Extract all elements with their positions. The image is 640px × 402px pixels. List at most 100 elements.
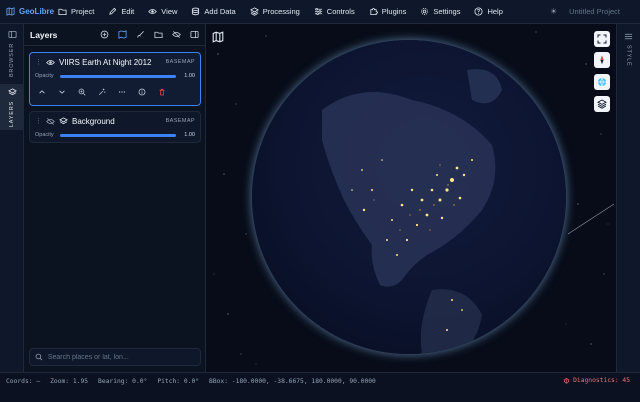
opacity-value: 1.00 [184, 132, 195, 138]
status-bar: Coords: — Zoom: 1.95 Bearing: 0.0° Pitch… [0, 372, 640, 402]
layer-actions [30, 83, 200, 101]
gear-icon [421, 8, 429, 15]
panel-toolbar [100, 30, 199, 39]
globe [252, 40, 566, 354]
delete-trash-icon[interactable] [158, 88, 166, 96]
left-rail: BROWSER LAYERS [0, 24, 24, 372]
visibility-eye-icon[interactable] [46, 58, 55, 67]
map-icon [6, 7, 15, 16]
earth-night-lights [322, 69, 502, 354]
menu-settings[interactable]: Settings [420, 7, 460, 16]
coords-readout: Coords: — [6, 377, 41, 385]
rail-browser-label: BROWSER [9, 43, 15, 78]
puzzle-icon [370, 7, 378, 16]
menu-view[interactable]: View [148, 7, 177, 16]
menu-add-data-label: Add Data [204, 7, 236, 16]
move-down-icon[interactable] [58, 88, 66, 96]
opacity-row: Opacity 1.00 [30, 71, 200, 81]
menu-project[interactable]: Project [58, 7, 94, 16]
menu-controls[interactable]: Controls [314, 7, 355, 16]
panel-icon [7, 30, 17, 39]
status-readouts: Coords: — Zoom: 1.95 Bearing: 0.0° Pitch… [0, 373, 640, 389]
panel-title: Layers [30, 29, 58, 40]
opacity-label: Opacity [35, 132, 54, 138]
menu-help-label: Help [487, 7, 503, 16]
layer-card-background[interactable]: ⋮ Background BASEMAP Opacity 1.00 [29, 111, 201, 143]
database-icon [192, 7, 200, 16]
rail-layers-label: LAYERS [9, 101, 15, 128]
more-options-icon[interactable] [118, 88, 126, 96]
layer-card-viirs[interactable]: ⋮ VIIRS Earth At Night 2012 BASEMAP Opac… [29, 52, 201, 106]
zoom-readout: Zoom: 1.95 [50, 377, 89, 385]
opacity-slider[interactable] [60, 74, 176, 78]
menu-edit-label: Edit [121, 7, 135, 16]
opacity-slider-fill [60, 74, 176, 78]
style-brush-icon[interactable] [136, 30, 145, 39]
globe-icon [598, 77, 606, 87]
layer-name: VIIRS Earth At Night 2012 [59, 57, 152, 67]
app-brand[interactable]: GeoLibre [0, 7, 58, 16]
right-rail[interactable]: STYLE [616, 24, 640, 372]
opacity-slider-fill [60, 133, 176, 137]
basemap-icon[interactable] [118, 30, 127, 39]
fullscreen-icon [597, 34, 607, 44]
search-input[interactable] [47, 353, 195, 361]
rail-tab-browser[interactable]: BROWSER [0, 30, 24, 82]
eye-icon [148, 9, 158, 14]
basemap-toggle-button[interactable] [212, 31, 224, 45]
style-sliders-icon [624, 33, 633, 40]
add-layer-icon[interactable] [100, 30, 109, 39]
opacity-label: Opacity [35, 73, 54, 79]
menu-processing-label: Processing [262, 7, 300, 16]
visibility-off-icon[interactable] [46, 117, 55, 126]
theme-toggle-sun-icon[interactable]: ☀ [550, 7, 557, 16]
menu-processing[interactable]: Processing [249, 7, 300, 16]
folder-icon [58, 8, 67, 16]
search-icon [35, 353, 43, 361]
collapse-panel-icon[interactable] [190, 30, 199, 39]
bug-icon [563, 378, 570, 384]
menu-controls-label: Controls [326, 7, 355, 16]
help-icon [474, 7, 483, 16]
menu-view-label: View [161, 7, 178, 16]
globe-projection-button[interactable] [594, 74, 610, 90]
layer-stack-button[interactable] [594, 96, 610, 112]
layers-panel-header: Layers [24, 24, 205, 46]
sliders-icon [314, 7, 322, 16]
layer-badge: BASEMAP [165, 59, 195, 65]
fullscreen-button[interactable] [594, 31, 610, 47]
opacity-value: 1.00 [184, 73, 195, 79]
place-search[interactable] [29, 348, 201, 366]
drag-handle-icon[interactable]: ⋮ [35, 58, 42, 66]
style-label: STYLE [625, 45, 632, 67]
compass-button[interactable] [594, 52, 610, 68]
menu-add-data[interactable]: Add Data [191, 7, 236, 16]
compass-icon [600, 55, 604, 65]
menu-help[interactable]: Help [474, 7, 503, 16]
map-canvas[interactable] [206, 24, 616, 372]
layer-badge: BASEMAP [165, 118, 195, 124]
menu-edit[interactable]: Edit [108, 7, 134, 16]
layers-panel: Layers ⋮ VIIRS Earth At Night 2012 BASEM… [24, 24, 206, 372]
diagnostics-indicator[interactable]: Diagnostics: 45 [563, 377, 630, 384]
zoom-to-layer-icon[interactable] [78, 88, 86, 96]
layers-icon [597, 99, 607, 109]
menu-plugins-label: Plugins [381, 7, 407, 16]
opacity-slider[interactable] [60, 133, 176, 137]
effects-wand-icon[interactable] [98, 88, 106, 96]
move-up-icon[interactable] [38, 88, 46, 96]
layer-name: Background [72, 116, 115, 126]
project-title: Untitled Project [569, 7, 620, 16]
layer-row: ⋮ VIIRS Earth At Night 2012 BASEMAP [30, 53, 200, 71]
menu-plugins[interactable]: Plugins [369, 7, 407, 16]
rail-tab-layers[interactable]: LAYERS [0, 84, 24, 130]
drag-handle-icon[interactable]: ⋮ [35, 117, 42, 125]
folder-add-icon[interactable] [154, 30, 163, 39]
layer-row: ⋮ Background BASEMAP [30, 112, 200, 130]
menu-settings-label: Settings [433, 7, 461, 16]
pitch-readout: Pitch: 0.0° [157, 377, 200, 385]
info-icon[interactable] [138, 88, 146, 96]
hide-all-icon[interactable] [172, 30, 181, 39]
bearing-readout: Bearing: 0.0° [98, 377, 148, 385]
opacity-row: Opacity 1.00 [30, 130, 200, 140]
